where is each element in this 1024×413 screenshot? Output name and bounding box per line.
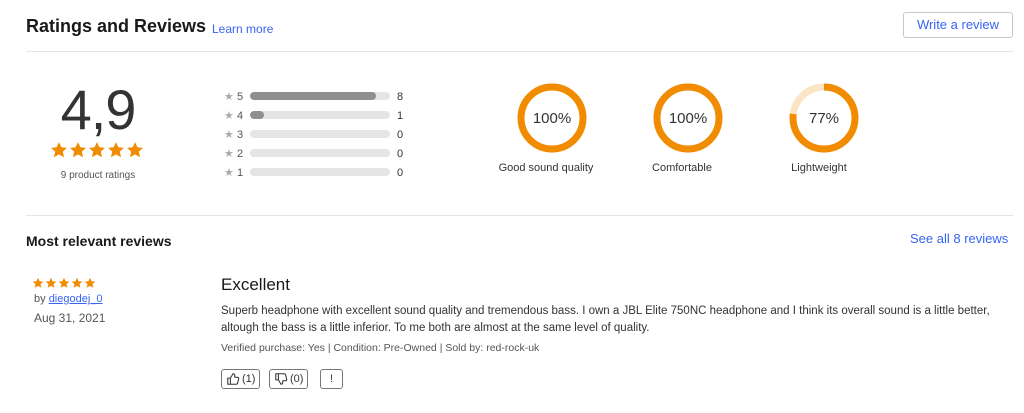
gauge-sound-quality: 100% [517, 83, 587, 153]
histogram-star-level: 3 [237, 129, 244, 141]
star-icon [127, 142, 143, 158]
average-stars [50, 141, 145, 164]
histogram-count: 1 [397, 110, 404, 122]
star-icon: ★ [224, 91, 234, 103]
star-icon: ★ [224, 167, 234, 179]
histogram-row: ★ 1 0 [224, 167, 414, 181]
histogram-star-level: 5 [237, 91, 244, 103]
learn-more-link[interactable]: Learn more [212, 22, 273, 36]
star-icon [32, 277, 44, 288]
gauge-label: Comfortable [652, 162, 712, 174]
write-review-button[interactable]: Write a review [903, 12, 1013, 38]
report-button[interactable]: ! [320, 369, 343, 389]
star-icon: ★ [224, 110, 234, 122]
histogram-star-level: 1 [237, 167, 244, 179]
gauge-lightweight: 77% [789, 83, 859, 153]
not-helpful-button[interactable]: (0) [269, 369, 309, 389]
gauge-percent: 100% [669, 110, 707, 127]
histogram-bar [250, 168, 390, 176]
star-icon [45, 277, 57, 288]
divider [26, 215, 1013, 216]
review-meta: Verified purchase: Yes | Condition: Pre-… [221, 342, 540, 354]
gauge-label: Lightweight [791, 162, 847, 174]
histogram-row: ★ 5 8 [224, 91, 414, 105]
histogram-bar [250, 130, 390, 138]
report-icon: ! [329, 373, 334, 385]
helpful-count: (1) [242, 373, 256, 385]
star-icon: ★ [224, 148, 234, 160]
thumbs-up-icon [227, 373, 240, 385]
by-prefix: by [34, 293, 46, 305]
review-body: Superb headphone with excellent sound qu… [221, 305, 990, 334]
histogram-bar-fill [250, 111, 264, 119]
histogram-count: 0 [397, 129, 404, 141]
review-date: Aug 31, 2021 [34, 311, 106, 325]
review-author-line: by diegodej_0 [34, 293, 103, 305]
helpful-button[interactable]: (1) [221, 369, 261, 389]
star-icon: ★ [224, 129, 234, 141]
histogram-row: ★ 3 0 [224, 129, 414, 143]
gauge-percent: 100% [533, 110, 571, 127]
star-icon [70, 142, 86, 158]
ratings-count: 9 product ratings [60, 170, 136, 181]
star-icon [108, 142, 124, 158]
histogram-count: 0 [397, 167, 404, 179]
gauge-percent: 77% [809, 110, 839, 127]
gauge-label: Good sound quality [498, 162, 594, 174]
star-icon [58, 277, 70, 288]
thumbs-down-icon [275, 373, 288, 385]
histogram-bar [250, 92, 390, 100]
star-icon [51, 142, 67, 158]
see-all-reviews-link[interactable]: See all 8 reviews [910, 231, 1008, 246]
review-stars [32, 276, 97, 294]
histogram-bar [250, 111, 390, 119]
star-icon [71, 277, 83, 288]
histogram-star-level: 2 [237, 148, 244, 160]
histogram-count: 8 [397, 91, 404, 103]
author-link[interactable]: diegodej_0 [49, 293, 103, 305]
histogram-bar-fill [250, 92, 376, 100]
histogram-count: 0 [397, 148, 404, 160]
gauge-comfortable: 100% [653, 83, 723, 153]
divider [26, 51, 1013, 52]
section-title: Ratings and Reviews [26, 16, 207, 36]
histogram-star-level: 4 [237, 110, 244, 122]
histogram-bar [250, 149, 390, 157]
reviews-section-title: Most relevant reviews [26, 233, 172, 249]
histogram-row: ★ 2 0 [224, 148, 414, 162]
review-title: Excellent [221, 275, 290, 294]
not-helpful-count: (0) [290, 373, 304, 385]
average-rating: 4,9 [60, 78, 137, 141]
star-icon [84, 277, 96, 288]
star-icon [89, 142, 105, 158]
histogram-row: ★ 4 1 [224, 110, 414, 124]
